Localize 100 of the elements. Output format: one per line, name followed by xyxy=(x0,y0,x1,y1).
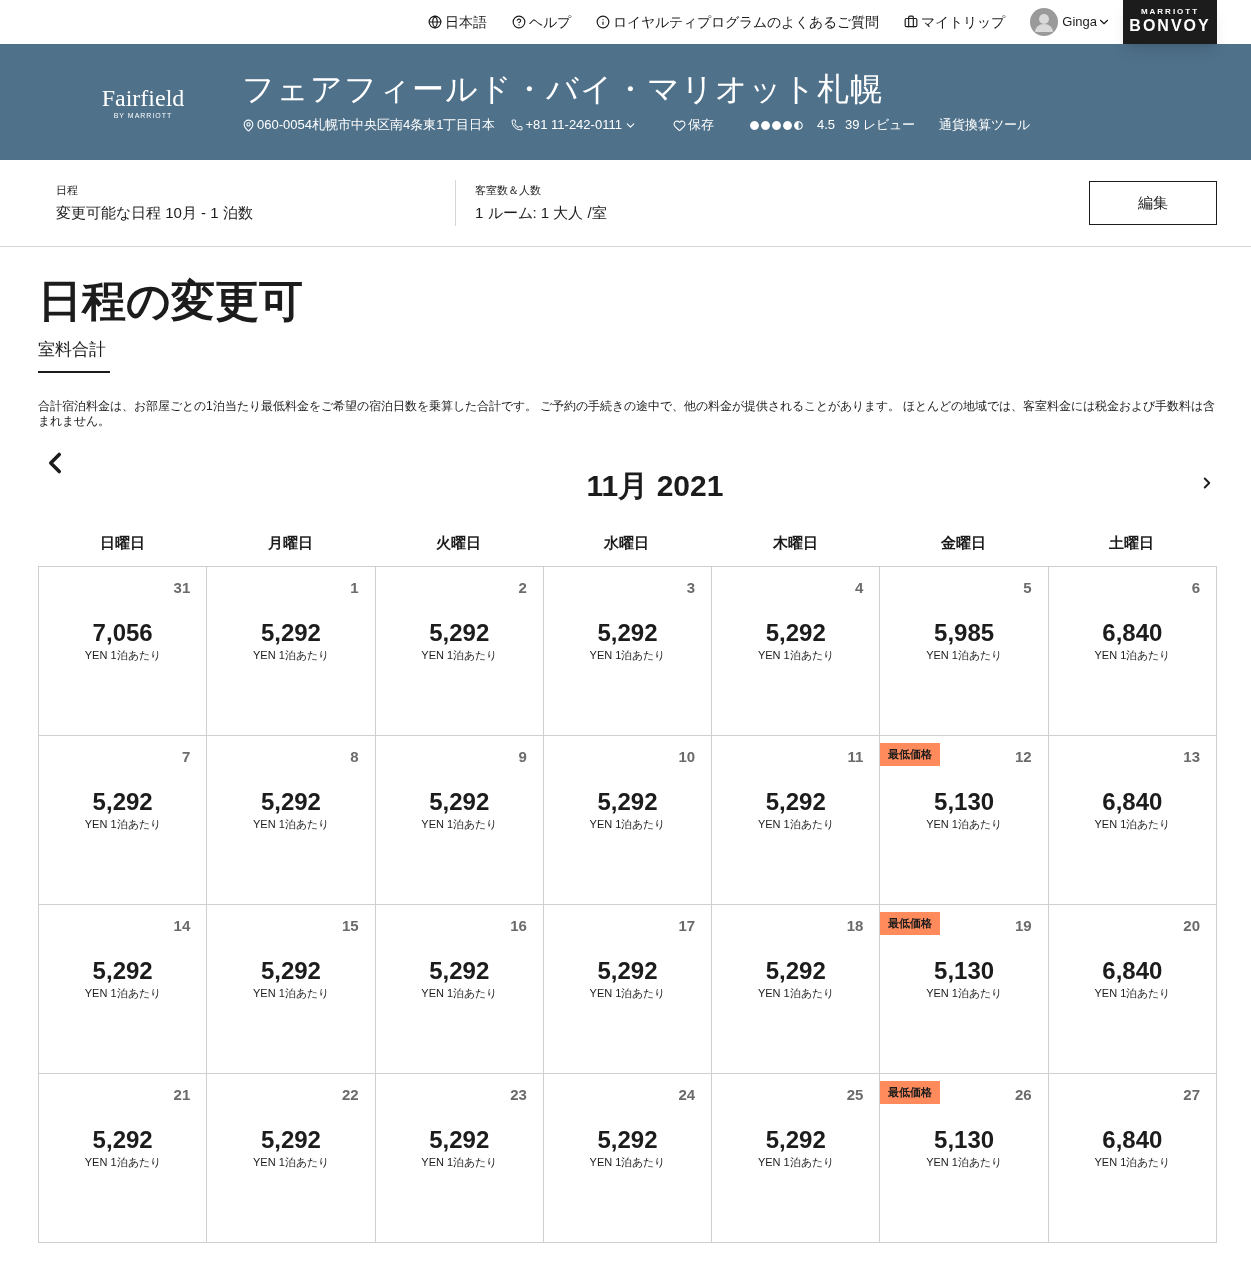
price: 5,292 xyxy=(428,1125,491,1154)
phone-link[interactable]: +81 11-242-0111 xyxy=(511,115,637,135)
calendar-day[interactable]: 23 5,292 YEN 1泊あたり xyxy=(375,1073,544,1243)
rate-disclaimer: 合計宿泊料金は、お部屋ごとの1泊当たり最低料金をご希望の宿泊日数を乗算した合計です。 ご予約の手続きの途中で、他の料金が提供されることがあります。 ほとんどの地域では、客室料金には税金および手数料は含まれません。 xyxy=(38,398,1216,429)
calendar-day[interactable]: 18 5,292 YEN 1泊あたり xyxy=(712,904,881,1074)
calendar-day[interactable]: 21 5,292 YEN 1泊あたり xyxy=(39,1073,208,1243)
price: 5,130 xyxy=(933,956,996,985)
day-number: 26 xyxy=(1015,1085,1032,1106)
price-unit: YEN 1泊あたり xyxy=(1093,647,1172,663)
price-unit: YEN 1泊あたり xyxy=(925,647,1003,663)
price: 6,840 xyxy=(1101,1125,1164,1154)
day-number: 15 xyxy=(341,916,359,937)
price-unit: YEN 1泊あたり xyxy=(925,1154,1003,1170)
calendar-day[interactable]: 最低価格 12 5,130 YEN 1泊あたり xyxy=(880,735,1049,905)
calendar-day[interactable]: 4 5,292 YEN 1泊あたり xyxy=(712,566,881,736)
price-unit: YEN 1泊あたり xyxy=(756,816,835,832)
day-number: 8 xyxy=(350,747,359,768)
price: 5,985 xyxy=(933,618,996,647)
nav-link[interactable]: マイトリップ xyxy=(904,11,1006,33)
price-unit: YEN 1泊あたり xyxy=(756,985,835,1001)
calendar-day[interactable]: 13 6,840 YEN 1泊あたり xyxy=(1048,735,1217,905)
globe-icon xyxy=(428,15,443,29)
day-number: 5 xyxy=(1023,578,1032,599)
day-number: 20 xyxy=(1183,916,1200,937)
calendar-day[interactable]: 5 5,985 YEN 1泊あたり xyxy=(880,566,1049,736)
nav-link[interactable]: ヘルプ xyxy=(512,11,572,33)
phone-icon xyxy=(511,119,524,131)
price: 5,292 xyxy=(764,787,827,816)
avatar-icon[interactable] xyxy=(1030,8,1059,36)
calendar-day[interactable]: 25 5,292 YEN 1泊あたり xyxy=(712,1073,881,1243)
calendar-day[interactable]: 15 5,292 YEN 1泊あたり xyxy=(207,904,376,1074)
nav-link[interactable]: ロイヤルティプログラムのよくあるご質問 xyxy=(596,11,880,33)
weekday-header: 火曜日 xyxy=(435,532,483,553)
calendar-day[interactable]: 6 6,840 YEN 1泊あたり xyxy=(1048,566,1217,736)
calendar-day[interactable]: 2 5,292 YEN 1泊あたり xyxy=(375,566,544,736)
save-link[interactable]: 保存 xyxy=(672,115,714,135)
brand-logo[interactable]: MARRIOTT BONVOY xyxy=(1123,0,1217,44)
calendar-day[interactable]: 最低価格 26 5,130 YEN 1泊あたり xyxy=(880,1073,1049,1243)
calendar-day[interactable]: 31 7,056 YEN 1泊あたり xyxy=(39,566,208,736)
calendar-day[interactable]: 22 5,292 YEN 1泊あたり xyxy=(207,1073,376,1243)
day-number: 18 xyxy=(846,916,864,937)
price-unit: YEN 1泊あたり xyxy=(588,816,667,832)
day-number: 1 xyxy=(350,578,359,599)
day-number: 13 xyxy=(1183,747,1200,768)
calendar-day[interactable]: 27 6,840 YEN 1泊あたり xyxy=(1048,1073,1217,1243)
day-number: 21 xyxy=(173,1085,191,1106)
calendar-day[interactable]: 16 5,292 YEN 1泊あたり xyxy=(375,904,544,1074)
price-unit: YEN 1泊あたり xyxy=(420,816,499,832)
price: 7,056 xyxy=(91,618,154,647)
price: 5,292 xyxy=(91,956,154,985)
currency-tool-link[interactable]: 通貨換算ツール xyxy=(939,115,1031,135)
price-unit: YEN 1泊あたり xyxy=(1093,816,1172,832)
dates-label: 日程 xyxy=(56,182,79,198)
calendar-day[interactable]: 最低価格 19 5,130 YEN 1泊あたり xyxy=(880,904,1049,1074)
price-unit: YEN 1泊あたり xyxy=(925,816,1003,832)
price: 5,292 xyxy=(259,787,322,816)
calendar-day[interactable]: 20 6,840 YEN 1泊あたり xyxy=(1048,904,1217,1074)
price: 6,840 xyxy=(1101,618,1164,647)
price-unit: YEN 1泊あたり xyxy=(252,647,330,663)
weekday-header: 土曜日 xyxy=(1108,532,1156,553)
nav-link[interactable]: 日本語 xyxy=(428,11,488,33)
price: 5,292 xyxy=(91,1125,154,1154)
price: 5,292 xyxy=(428,787,491,816)
price: 5,130 xyxy=(933,787,996,816)
calendar-day[interactable]: 1 5,292 YEN 1泊あたり xyxy=(207,566,376,736)
calendar-day[interactable]: 8 5,292 YEN 1泊あたり xyxy=(207,735,376,905)
calendar-day[interactable]: 14 5,292 YEN 1泊あたり xyxy=(39,904,208,1074)
price: 5,292 xyxy=(596,787,659,816)
price: 6,840 xyxy=(1101,787,1164,816)
user-menu[interactable]: Ginga xyxy=(1062,12,1111,32)
price: 5,292 xyxy=(259,1125,322,1154)
day-number: 2 xyxy=(518,578,527,599)
day-number: 3 xyxy=(686,578,696,599)
rating-value: 4.5 xyxy=(816,116,835,135)
calendar-day[interactable]: 17 5,292 YEN 1泊あたり xyxy=(543,904,713,1074)
edit-button[interactable]: 編集 xyxy=(1089,181,1217,225)
calendar-day[interactable]: 7 5,292 YEN 1泊あたり xyxy=(39,735,208,905)
price-unit: YEN 1泊あたり xyxy=(925,985,1003,1001)
price-unit: YEN 1泊あたり xyxy=(420,647,499,663)
dates-value: 変更可能な日程 10月 - 1 泊数 xyxy=(56,203,254,223)
price-unit: YEN 1泊あたり xyxy=(756,1154,835,1170)
calendar-day[interactable]: 3 5,292 YEN 1泊あたり xyxy=(543,566,713,736)
price-unit: YEN 1泊あたり xyxy=(756,647,835,663)
day-number: 25 xyxy=(846,1085,864,1106)
calendar-day[interactable]: 10 5,292 YEN 1泊あたり xyxy=(543,735,713,905)
price: 5,292 xyxy=(764,956,827,985)
day-number: 9 xyxy=(518,747,527,768)
reviews-link[interactable]: 39 レビュー xyxy=(845,115,916,135)
price: 5,292 xyxy=(596,1125,659,1154)
day-number: 27 xyxy=(1183,1085,1200,1106)
weekday-header: 月曜日 xyxy=(266,532,314,553)
calendar-day[interactable]: 11 5,292 YEN 1泊あたり xyxy=(712,735,881,905)
tab[interactable]: 室料合計 xyxy=(38,337,110,373)
calendar-day[interactable]: 9 5,292 YEN 1泊あたり xyxy=(375,735,544,905)
price: 5,292 xyxy=(596,618,659,647)
weekday-header: 日曜日 xyxy=(98,532,146,553)
price: 5,292 xyxy=(91,787,154,816)
day-number: 22 xyxy=(341,1085,359,1106)
hotel-logo[interactable]: Fairfield xyxy=(101,85,185,110)
calendar-day[interactable]: 24 5,292 YEN 1泊あたり xyxy=(543,1073,713,1243)
